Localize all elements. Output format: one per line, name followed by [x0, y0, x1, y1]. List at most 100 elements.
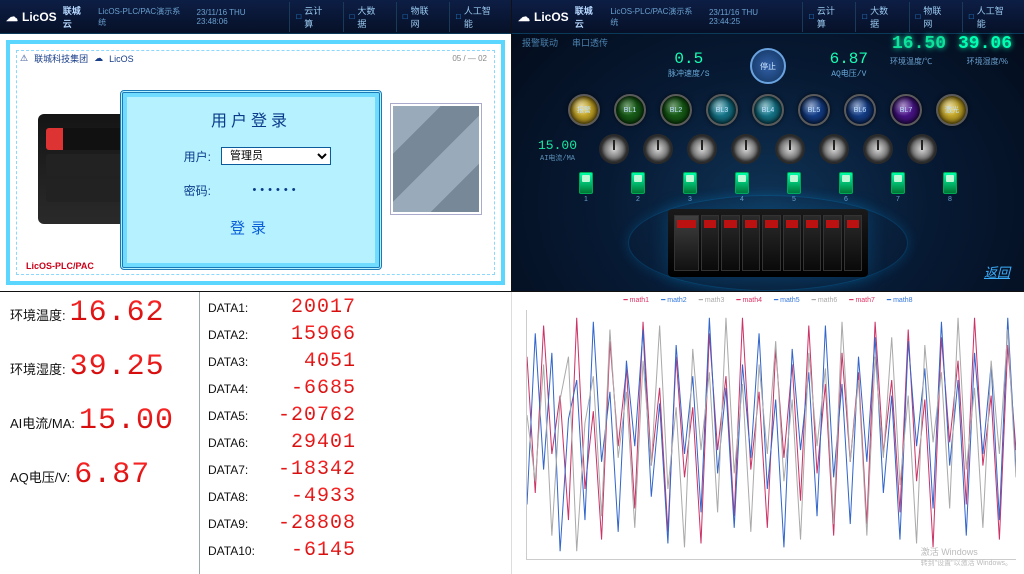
data-value: 15966 — [266, 323, 356, 346]
data-label: DATA2: — [208, 328, 266, 342]
user-select[interactable]: 管理员 — [221, 147, 331, 165]
lamp-8[interactable]: 激光 — [936, 94, 968, 126]
gauge-row: AQ电压/V:6.87 — [10, 458, 193, 492]
password-input[interactable] — [221, 181, 331, 199]
brand-suffix: 联城云 — [575, 4, 601, 30]
timestamp: 23/11/16 THU 23:44:25 — [709, 8, 790, 26]
rack-module-7 — [823, 215, 841, 271]
chart-legend: math1math2math3math4math5math6math7math8 — [512, 296, 1024, 304]
login-dialog: 用户登录 用户: 管理员 密码: 登录 — [120, 90, 382, 270]
data-value: -6685 — [266, 377, 356, 400]
chart-svg — [527, 310, 1016, 559]
lamp-3[interactable]: BL3 — [706, 94, 738, 126]
switch-1[interactable]: 2 — [631, 172, 645, 203]
gauge-value: 6.87 — [74, 458, 150, 492]
nav-bigdata[interactable]: 大数据 — [855, 2, 902, 32]
gauge-label: AI电流/MA: — [10, 413, 75, 432]
nav-ai[interactable]: 人工智能 — [962, 2, 1018, 32]
switch-7[interactable]: 8 — [943, 172, 957, 203]
data-label: DATA10: — [208, 544, 266, 558]
login-title: 用户登录 — [123, 107, 379, 131]
paginator: 05 / — 02 — [452, 54, 487, 63]
page-brand-right: LicOS — [109, 54, 134, 64]
rack-module-5 — [783, 215, 801, 271]
nav-bigdata[interactable]: 大数据 — [343, 2, 390, 32]
rack-module-0 — [674, 215, 699, 271]
switch-5[interactable]: 6 — [839, 172, 853, 203]
dial-row — [512, 134, 1024, 164]
data-label: DATA3: — [208, 355, 266, 369]
switch-2[interactable]: 3 — [683, 172, 697, 203]
dashboard-panel: ☁ LicOS 联城云 LicOS-PLC/PAC演示系统 23/11/16 T… — [512, 0, 1024, 292]
lamp-4[interactable]: BL4 — [752, 94, 784, 126]
legend-item: math1 — [623, 296, 649, 304]
cloud-icon: ☁ — [94, 53, 103, 64]
legend-item: math6 — [812, 296, 838, 304]
rack-module-6 — [803, 215, 821, 271]
data-value: 4051 — [266, 350, 356, 373]
legend-item: math5 — [774, 296, 800, 304]
back-link[interactable]: 返回 — [984, 262, 1010, 281]
switch-row: 1 2 3 4 5 6 7 8 — [512, 172, 1024, 203]
legend-item: math2 — [661, 296, 687, 304]
nav-ai[interactable]: 人工智能 — [449, 2, 505, 32]
data-row: DATA10:-6145 — [208, 539, 356, 566]
rack-module-2 — [721, 215, 739, 271]
switch-6[interactable]: 7 — [891, 172, 905, 203]
dial-7[interactable] — [907, 134, 937, 164]
dial-5[interactable] — [819, 134, 849, 164]
switch-0[interactable]: 1 — [579, 172, 593, 203]
data-value: 29401 — [266, 431, 356, 454]
lamp-2[interactable]: BL2 — [660, 94, 692, 126]
data-value: -18342 — [266, 458, 356, 481]
rack-module-3 — [742, 215, 760, 271]
dial-4[interactable] — [775, 134, 805, 164]
rack-module-1 — [701, 215, 719, 271]
brand-suffix: 联城云 — [63, 4, 88, 30]
gauge-column: 环境温度:16.62环境湿度:39.25AI电流/MA:15.00AQ电压/V:… — [0, 292, 200, 574]
stop-button[interactable]: 停止 — [750, 48, 786, 84]
user-label: 用户: — [171, 148, 211, 165]
nav-iot[interactable]: 物联网 — [909, 2, 956, 32]
readings-panel: 环境温度:16.62环境湿度:39.25AI电流/MA:15.00AQ电压/V:… — [0, 292, 512, 574]
gauge-label: 环境温度: — [10, 305, 66, 324]
warning-icon: ⚠ — [20, 53, 28, 64]
data-row: DATA2:15966 — [208, 323, 356, 350]
data-label: DATA7: — [208, 463, 266, 477]
page-footer-red: LicOS-PLC/PAC — [26, 261, 94, 271]
dial-1[interactable] — [643, 134, 673, 164]
gauge-label: AQ电压/V: — [10, 467, 70, 486]
switch-4[interactable]: 5 — [787, 172, 801, 203]
pulse-label: 脉冲速度/S — [668, 68, 710, 79]
gauge-row: AI电流/MA:15.00 — [10, 404, 193, 438]
data-value: 20017 — [266, 296, 356, 319]
data-row: DATA1:20017 — [208, 296, 356, 323]
dial-2[interactable] — [687, 134, 717, 164]
lamp-7[interactable]: BL7 — [890, 94, 922, 126]
nav-iot[interactable]: 物联网 — [396, 2, 443, 32]
dial-6[interactable] — [863, 134, 893, 164]
login-button[interactable]: 登录 — [230, 217, 272, 238]
product-name: LicOS-PLC/PAC演示系统 — [610, 6, 699, 28]
aq-value: 6.87 — [830, 50, 868, 68]
dial-3[interactable] — [731, 134, 761, 164]
cloud-icon: ☁ — [6, 10, 18, 24]
gauge-value: 15.00 — [79, 404, 174, 438]
nav-cloud[interactable]: 云计算 — [289, 2, 336, 32]
lamp-row: 报警 BL1 BL2 BL3 BL4 BL5 BL6 BL7 激光 — [512, 94, 1024, 126]
data-column: DATA1:20017DATA2:15966DATA3:4051DATA4:-6… — [200, 292, 360, 574]
dial-0[interactable] — [599, 134, 629, 164]
browser-background: ⚠ 联城科技集团 ☁ LicOS 05 / — 02 http://licos.… — [0, 34, 511, 291]
login-panel: ☁ LicOS 联城云 LicOS-PLC/PAC演示系统 23/11/16 T… — [0, 0, 512, 292]
lamp-6[interactable]: BL6 — [844, 94, 876, 126]
nav-cloud[interactable]: 云计算 — [802, 2, 849, 32]
tab-serial[interactable]: 串口透传 — [572, 36, 608, 49]
product-name: LicOS-PLC/PAC演示系统 — [98, 6, 186, 28]
lamp-1[interactable]: BL1 — [614, 94, 646, 126]
lamp-5[interactable]: BL5 — [798, 94, 830, 126]
tab-alarm[interactable]: 报警联动 — [522, 36, 558, 49]
switch-3[interactable]: 4 — [735, 172, 749, 203]
data-row: DATA9:-28808 — [208, 512, 356, 539]
rack-module-4 — [762, 215, 780, 271]
lamp-0[interactable]: 报警 — [568, 94, 600, 126]
